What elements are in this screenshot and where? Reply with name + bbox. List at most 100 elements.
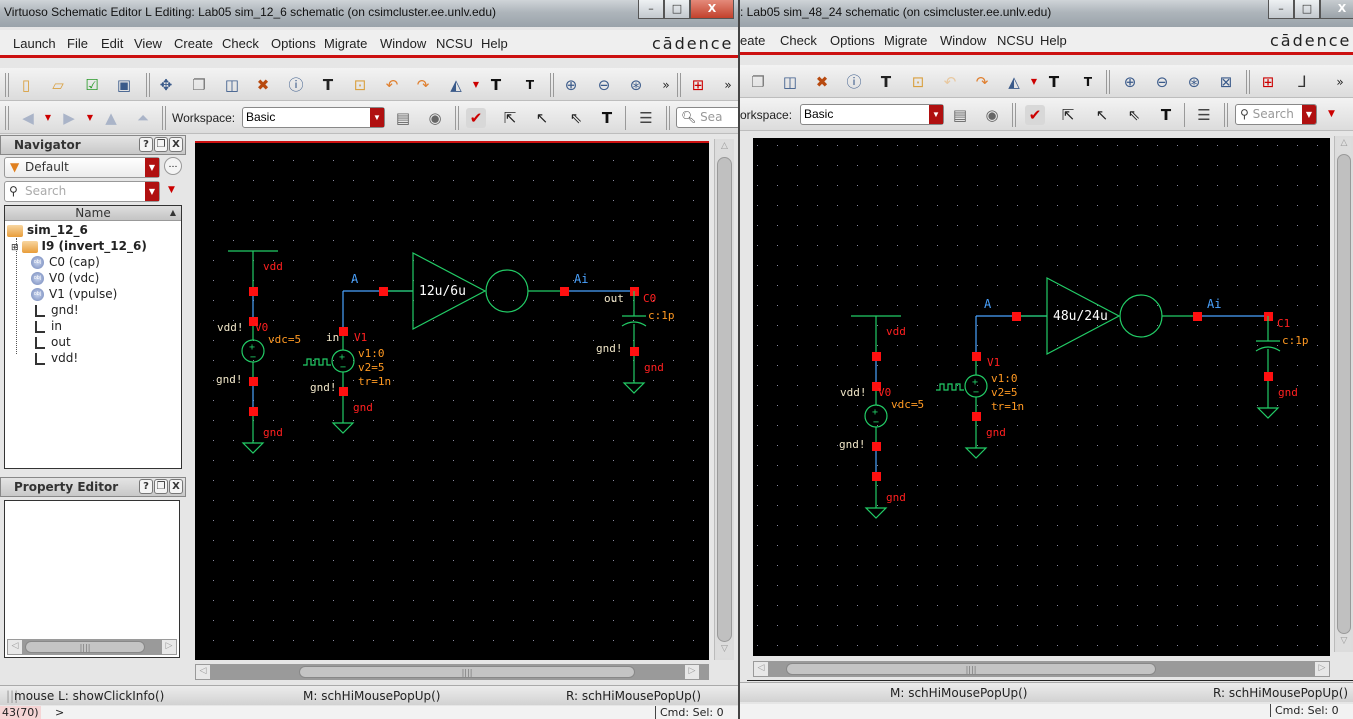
menu-file[interactable]: File (67, 36, 88, 51)
schematic-canvas[interactable]: + − vdd V0 vdd! vdc=5 gnd! gnd + − A V1 v1:0 v2=5 tr=1… (753, 138, 1330, 656)
select-labels-icon[interactable]: T (1156, 105, 1176, 125)
move-icon[interactable]: ✥ (156, 75, 176, 95)
zoom-area-icon[interactable]: ⊠ (1216, 72, 1236, 92)
close-button[interactable]: X (1320, 0, 1353, 19)
zoom-out-icon[interactable]: ⊖ (594, 75, 614, 95)
menu-options[interactable]: Options (830, 33, 875, 48)
check-save-icon[interactable]: ☑ (82, 75, 102, 95)
scroll-left-icon[interactable]: ◁ (196, 665, 210, 679)
scroll-left-icon[interactable]: ◁ (754, 662, 768, 676)
rotate-icon[interactable]: ◭ (1004, 72, 1024, 92)
tree-item[interactable]: in (35, 318, 62, 334)
select-wires-icon[interactable]: ↖ (1092, 105, 1112, 125)
save-workspace-icon[interactable]: ▤ (393, 108, 413, 128)
float-button[interactable]: ❐ (154, 479, 168, 494)
schematic-canvas[interactable]: + − vdd V0 vdd! vdc=5 gnd! gnd + − A V1 v1:0 v2=5 tr=1… (195, 141, 709, 660)
scroll-up-icon[interactable]: △ (717, 141, 732, 155)
scroll-left-icon[interactable]: ◁ (8, 640, 22, 654)
menu-edit[interactable]: Edit (101, 36, 123, 51)
save-icon[interactable]: ▣ (114, 75, 134, 95)
menu-create[interactable]: eate (740, 33, 765, 48)
scroll-thumb[interactable]: |||| (299, 666, 635, 678)
instance-icon[interactable]: ⊡ (350, 75, 370, 95)
command-prompt[interactable]: > (55, 706, 64, 719)
zoom-fit-icon[interactable]: ⊛ (626, 75, 646, 95)
help-button[interactable]: ? (139, 137, 153, 152)
chevron-down-icon[interactable]: ▼ (370, 108, 384, 127)
close-panel-button[interactable]: X (169, 137, 183, 152)
title-bar[interactable]: : Lab05 sim_48_24 schematic (on csimclus… (740, 0, 1353, 27)
menu-check[interactable]: Check (780, 33, 817, 48)
scroll-up-icon[interactable]: △ (1337, 138, 1351, 152)
save-workspace-icon[interactable]: ▤ (950, 105, 970, 125)
column-header-name[interactable]: Name ▲ (5, 206, 181, 221)
text-size-up-icon[interactable]: T (486, 75, 506, 95)
forward-icon[interactable]: ▶ (59, 108, 79, 128)
undo-icon[interactable]: ↶ (382, 75, 402, 95)
overflow-icon[interactable]: » (656, 75, 676, 95)
select-instances-icon[interactable]: ⇱ (1058, 105, 1078, 125)
horizontal-scrollbar[interactable]: ◁ |||| ▷ (195, 664, 709, 680)
scroll-right-icon[interactable]: ▷ (162, 640, 176, 654)
float-button[interactable]: ❐ (154, 137, 168, 152)
dropdown-arrow-icon[interactable]: ▼ (1328, 109, 1335, 119)
tree-item-instance[interactable]: ⊞ I9 (invert_12_6) (11, 238, 147, 254)
maximize-button[interactable]: □ (664, 0, 690, 19)
tree-item[interactable]: vdd! (35, 350, 78, 366)
dropdown-arrow-icon[interactable]: ▼ (168, 185, 175, 195)
add-wire-icon[interactable]: ᒧ (1292, 72, 1312, 92)
tree-item[interactable]: gnd! (35, 302, 79, 318)
delete-icon[interactable]: ✖ (812, 72, 832, 92)
select-filter-icon[interactable]: ☰ (1194, 105, 1214, 125)
menu-migrate[interactable]: Migrate (884, 33, 927, 48)
chevron-down-icon[interactable]: ▼ (145, 158, 159, 177)
text-edit-icon[interactable]: T (876, 72, 896, 92)
vertical-scrollbar[interactable]: △ ▽ (1334, 136, 1353, 652)
back-icon[interactable]: ◀ (18, 108, 38, 128)
horizontal-scrollbar[interactable]: ◁ |||| ▷ (7, 639, 177, 655)
stretch-icon[interactable]: ◫ (780, 72, 800, 92)
delete-icon[interactable]: ✖ (253, 75, 273, 95)
close-panel-button[interactable]: X (169, 479, 183, 494)
select-labels-icon[interactable]: T (597, 108, 617, 128)
select-wires-icon[interactable]: ↖ (532, 108, 552, 128)
select-pins-icon[interactable]: ⇖ (566, 108, 586, 128)
schematic-drawing[interactable]: +−vddV0vdd!vdc=5gnd!gnd+−AV1v1:0v2=5tr=1… (195, 143, 709, 660)
more-options-button[interactable]: … (164, 157, 182, 175)
text-size-down-icon[interactable]: T (520, 75, 540, 95)
top-icon[interactable]: ⏶ (133, 108, 153, 128)
tree-item[interactable]: obj C0 (cap) (31, 254, 100, 270)
menu-options[interactable]: Options (271, 36, 316, 51)
navigator-search-input[interactable]: ⚲ Search ▼ (4, 181, 160, 202)
filter-select[interactable]: ▼ Default ▼ (4, 157, 160, 178)
instance-icon[interactable]: ⊡ (908, 72, 928, 92)
menu-ncsu[interactable]: NCSU (436, 36, 473, 51)
menu-window[interactable]: Window (380, 36, 426, 51)
menu-check[interactable]: Check (222, 36, 259, 51)
menu-ncsu[interactable]: NCSU (997, 33, 1034, 48)
new-file-icon[interactable]: ▯ (16, 75, 36, 95)
schematic-drawing[interactable]: +−vddV0vdd!vdc=5gnd!gnd+−AV1v1:0v2=5tr=1… (753, 138, 1330, 656)
scroll-thumb[interactable]: |||| (786, 663, 1156, 675)
scroll-right-icon[interactable]: ▷ (1315, 662, 1329, 676)
search-input[interactable]: ⚲ Search ▼ (1235, 104, 1317, 125)
chevron-down-icon[interactable]: ▼ (929, 105, 943, 124)
select-all-icon[interactable]: ✔ (466, 108, 486, 128)
menu-launch[interactable]: Launch (13, 36, 56, 51)
text-size-down-icon[interactable]: T (1078, 72, 1098, 92)
workspace-select[interactable]: Basic ▼ (242, 107, 385, 128)
select-all-icon[interactable]: ✔ (1025, 105, 1045, 125)
workspace-select[interactable]: Basic ▼ (800, 104, 944, 125)
menu-help[interactable]: Help (1040, 33, 1067, 48)
menu-view[interactable]: View (134, 36, 162, 51)
select-pins-icon[interactable]: ⇖ (1124, 105, 1144, 125)
scroll-down-icon[interactable]: ▽ (1337, 636, 1351, 650)
overflow-icon[interactable]: » (718, 75, 738, 95)
scroll-down-icon[interactable]: ▽ (717, 644, 732, 658)
minimize-button[interactable]: – (638, 0, 664, 19)
rotate-icon[interactable]: ◭ (446, 75, 466, 95)
properties-icon[interactable]: ⓘ (286, 75, 306, 95)
tree-item-root[interactable]: sim_12_6 (7, 222, 88, 238)
zoom-out-icon[interactable]: ⊖ (1152, 72, 1172, 92)
tree-item[interactable]: obj V0 (vdc) (31, 270, 99, 286)
